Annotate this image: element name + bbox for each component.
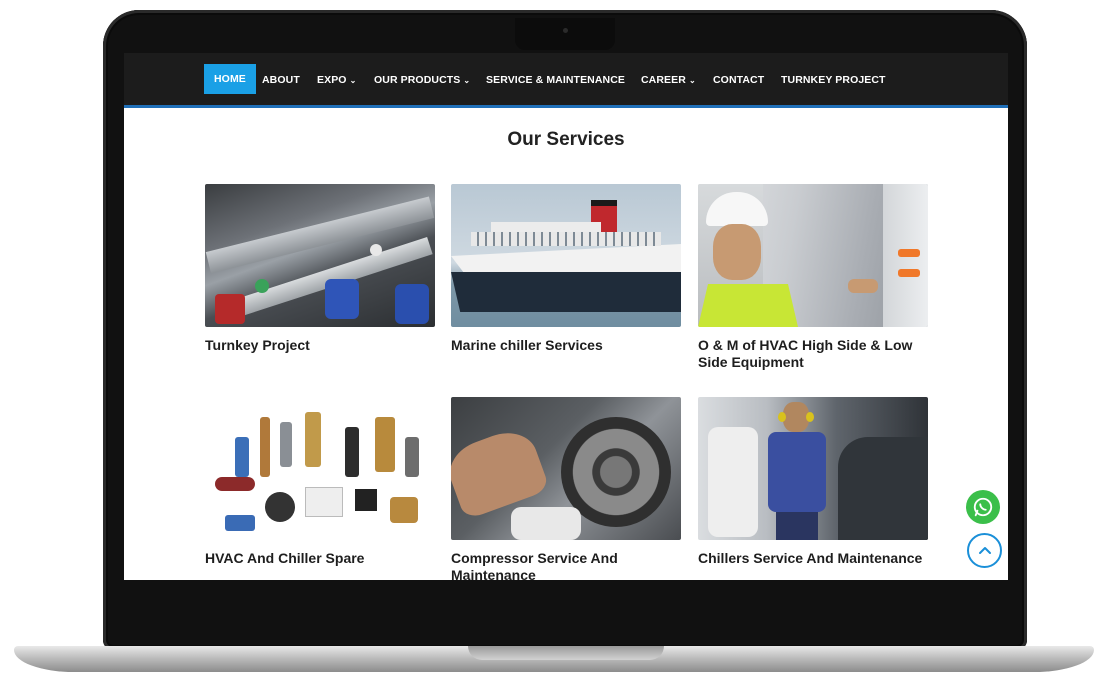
whatsapp-button[interactable]: [966, 490, 1000, 524]
section-title: Our Services: [507, 129, 625, 150]
service-card-marine-chiller[interactable]: Marine chiller Services: [451, 184, 681, 354]
laptop-base-groove: [468, 646, 664, 660]
nav-service-maintenance-label: SERVICE & MAINTENANCE: [486, 74, 626, 86]
browser-screen: HOME ABOUT EXPO ⌄ OUR PRODUCTS ⌄ SERVICE &…: [124, 53, 1008, 580]
nav-about[interactable]: ABOUT: [262, 65, 300, 95]
nav-contact-label: CONTACT: [713, 74, 765, 86]
engineer-hardhat-photo: [698, 184, 928, 327]
nav-turnkey-project-label: TURNKEY PROJECT: [781, 74, 886, 86]
chevron-down-icon: ⌄: [463, 76, 471, 85]
chiller-plant-worker-photo: [698, 397, 928, 540]
chevron-down-icon: ⌄: [349, 76, 357, 85]
service-card-compressor[interactable]: Compressor Service And Maintenance: [451, 397, 681, 580]
service-card-turnkey[interactable]: Turnkey Project: [205, 184, 435, 354]
nav-contact[interactable]: CONTACT: [713, 65, 764, 95]
nav-expo[interactable]: EXPO ⌄: [317, 65, 356, 95]
nav-home-label: HOME: [214, 73, 246, 85]
nav-service-maintenance[interactable]: SERVICE & MAINTENANCE: [486, 65, 625, 95]
valves-parts-photo: [205, 397, 435, 540]
service-card-hvac-spare[interactable]: HVAC And Chiller Spare: [205, 397, 435, 567]
service-card-caption: O & M of HVAC High Side & Low Side Equip…: [698, 337, 913, 370]
service-card-om-hvac[interactable]: O & M of HVAC High Side & Low Side Equip…: [698, 184, 928, 371]
nav-expo-label: EXPO: [317, 74, 347, 86]
service-card-caption: Chillers Service And Maintenance: [698, 550, 923, 566]
compressor-repair-photo: [451, 397, 681, 540]
scroll-to-top-button[interactable]: [967, 533, 1002, 568]
nav-turnkey-project[interactable]: TURNKEY PROJECT: [781, 65, 886, 95]
nav-career[interactable]: CAREER ⌄: [641, 65, 696, 95]
service-card-caption: HVAC And Chiller Spare: [205, 550, 365, 566]
nav-our-products[interactable]: OUR PRODUCTS ⌄: [374, 65, 470, 95]
chevron-down-icon: ⌄: [688, 76, 696, 85]
service-card-caption: Marine chiller Services: [451, 337, 603, 353]
chevron-up-icon: [978, 546, 991, 554]
nav-about-label: ABOUT: [262, 74, 300, 86]
service-card-caption: Compressor Service And Maintenance: [451, 550, 618, 580]
nav-our-products-label: OUR PRODUCTS: [374, 74, 461, 86]
whatsapp-icon: [973, 497, 993, 517]
main-navbar: HOME ABOUT EXPO ⌄ OUR PRODUCTS ⌄ SERVICE &…: [124, 53, 1008, 108]
nav-career-label: CAREER: [641, 74, 686, 86]
service-card-chillers[interactable]: Chillers Service And Maintenance: [698, 397, 928, 567]
service-card-caption: Turnkey Project: [205, 337, 310, 353]
camera-icon: [563, 28, 568, 33]
nav-home[interactable]: HOME: [204, 64, 256, 94]
cruise-ship-photo: [451, 184, 681, 327]
piping-pumps-photo: [205, 184, 435, 327]
camera-notch: [515, 18, 615, 50]
